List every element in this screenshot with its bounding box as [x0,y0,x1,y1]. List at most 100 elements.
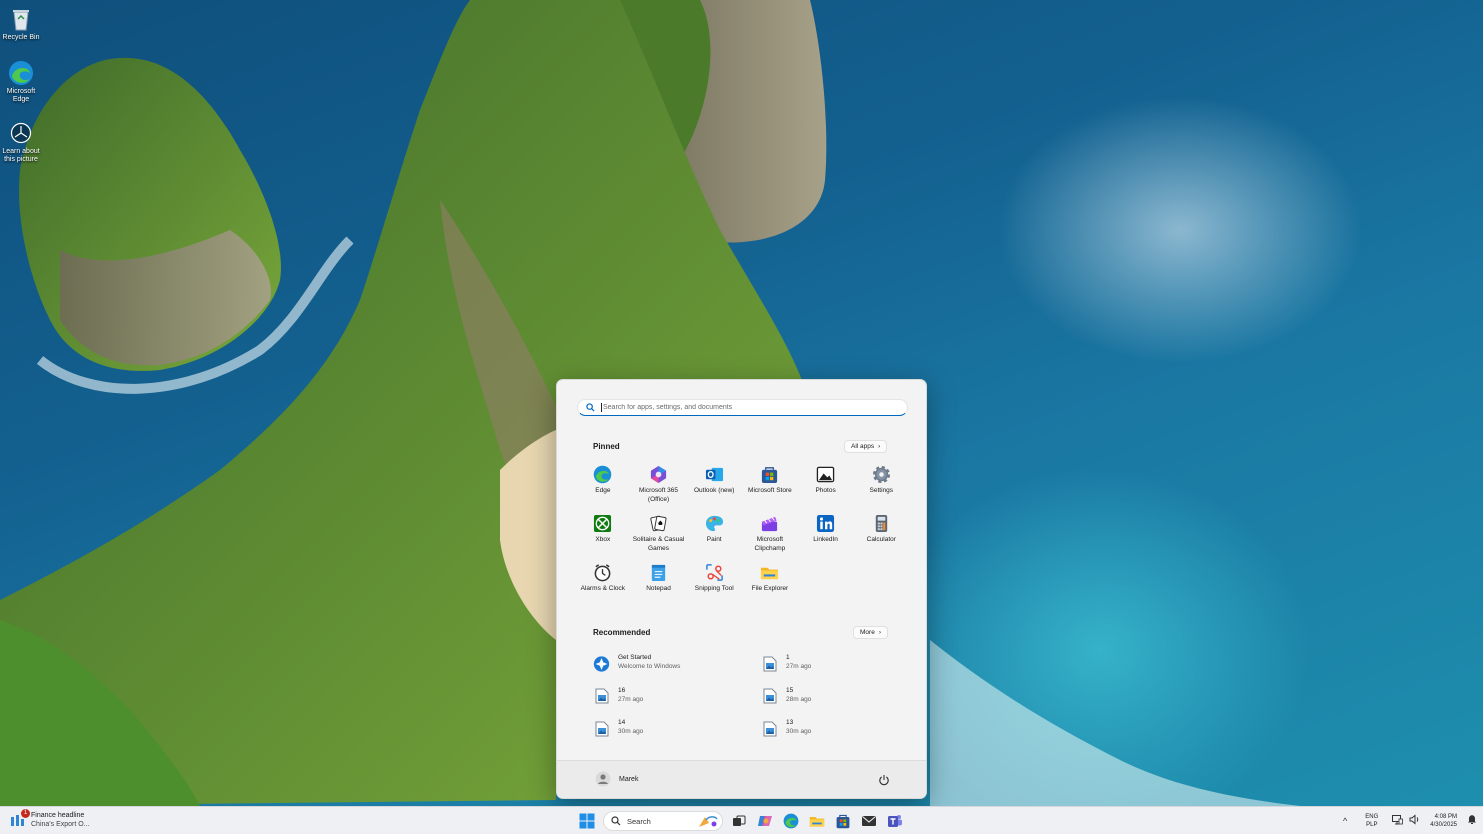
power-icon [879,775,889,786]
pinned-app-calculator[interactable]: Calculator [853,513,909,562]
chevron-up-icon[interactable]: ^ [1343,816,1347,826]
folder-icon [760,562,780,582]
power-button[interactable] [878,773,890,786]
pinned-app-edge[interactable]: Edge [575,464,631,513]
network-icon[interactable] [1392,812,1404,830]
taskbar-app-mail[interactable] [859,811,879,831]
start-footer: Marek [557,760,926,798]
clock-icon [593,562,613,582]
camera-icon [8,120,34,146]
pinned-app-paint[interactable]: Paint [686,513,742,562]
desktop-icon-recycle-bin[interactable]: Recycle Bin [0,6,42,42]
more-button[interactable]: More › [853,626,888,639]
taskbar-search[interactable]: Search [603,811,723,831]
all-apps-button[interactable]: All apps › [844,440,888,453]
task-view-button[interactable] [729,811,749,831]
recommended-item-file[interactable]: 15 28m ago [761,686,901,719]
desktop-icon-edge[interactable]: Microsoft Edge [0,60,42,104]
news-subtitle: China's Export O... [31,821,90,828]
keyboard-layout: PLP [1366,822,1378,828]
input-language-button[interactable]: ENG PLP [1365,813,1378,829]
edge-icon [8,60,34,86]
app-label: File Explorer [751,585,789,592]
news-title: Finance headline [31,812,85,819]
store-icon [836,814,850,829]
app-label: Outlook (new) [693,487,735,494]
taskbar-app-edge[interactable] [781,811,801,831]
recommended-title: Recommended [593,628,651,637]
clock-button[interactable]: 4:08 PM 4/30/2025 [1430,813,1457,829]
pinned-app-solitaire[interactable]: Solitaire & Casual Games [631,513,687,562]
search-highlight-icon [697,814,719,831]
desktop-icon-learn-picture[interactable]: Learn about this picture [0,120,42,164]
user-account-button[interactable]: Marek [595,771,638,789]
app-label: LinkedIn [813,536,838,543]
pinned-app-clipchamp[interactable]: Microsoft Clipchamp [742,513,798,562]
start-button[interactable] [577,811,597,831]
start-search-input[interactable] [603,404,893,411]
app-label: Notepad [646,585,671,592]
recommended-item-file[interactable]: 13 30m ago [761,718,901,751]
gear-icon [871,464,891,484]
linkedin-icon [816,513,836,533]
recommended-list: Get Started Welcome to Windows 1 27m ago 1… [593,653,903,751]
recycle-bin-icon [8,6,34,32]
image-file-icon [593,688,610,705]
notification-bell-icon[interactable] [1467,812,1477,830]
task-view-icon [733,815,746,826]
recommended-item-file[interactable]: 14 30m ago [593,718,761,751]
scissors-icon [704,562,724,582]
taskbar-app-teams[interactable] [885,811,905,831]
image-file-icon [761,688,778,705]
recommended-item-file[interactable]: 16 27m ago [593,686,761,719]
pinned-apps-grid: Edge Microsoft 365 (Office) Outlook (new… [575,464,911,611]
pinned-app-linkedin[interactable]: LinkedIn [798,513,854,562]
paint-icon [704,513,724,533]
app-label: Solitaire & Casual Games [632,536,685,552]
recommended-item-subtitle: 30m ago [618,728,644,735]
clock-time: 4:08 PM [1434,814,1457,820]
taskbar-app-copilot[interactable] [755,811,775,831]
recommended-item-subtitle: Welcome to Windows [618,663,681,670]
news-widget[interactable]: 1 Finance headline China's Export O... [10,809,90,829]
recommended-item-title: 15 [786,686,794,694]
system-tray: ^ ENG PLP 4:08 PM 4/30/2025 [1343,807,1483,834]
language-code: ENG [1365,814,1379,820]
avatar [595,771,611,789]
pinned-app-photos[interactable]: Photos [798,464,854,513]
calculator-icon [871,513,891,533]
recommended-item-title: 14 [618,719,626,726]
recommended-item-title: 16 [618,686,626,694]
pinned-app-store[interactable]: Microsoft Store [742,464,798,513]
image-file-icon [593,720,610,737]
recommended-item-title: Get Started [618,654,652,661]
pinned-app-m365[interactable]: Microsoft 365 (Office) [631,464,687,513]
start-search-box[interactable] [577,399,908,416]
pinned-app-file-explorer[interactable]: File Explorer [742,562,798,611]
pinned-app-xbox[interactable]: Xbox [575,513,631,562]
recommended-item-file[interactable]: 1 27m ago [761,653,901,686]
app-label: Photos [815,487,836,494]
volume-icon[interactable] [1409,812,1420,830]
get-started-icon [593,655,610,672]
app-label: Xbox [595,536,611,543]
folder-icon [809,817,825,827]
mail-icon [862,816,876,826]
pinned-app-outlook[interactable]: Outlook (new) [686,464,742,513]
taskbar-app-file-explorer[interactable] [807,811,827,831]
app-label: Edge [595,487,611,494]
pinned-app-alarms[interactable]: Alarms & Clock [575,562,631,611]
search-icon [586,399,595,417]
app-label: Settings [869,487,894,494]
teams-icon [888,815,902,827]
all-apps-label: All apps [851,443,875,450]
pinned-app-settings[interactable]: Settings [853,464,909,513]
outlook-icon [704,464,724,484]
recommended-item-get-started[interactable]: Get Started Welcome to Windows [593,653,761,686]
solitaire-icon [649,513,669,533]
taskbar-app-store[interactable] [833,811,853,831]
pinned-app-snipping-tool[interactable]: Snipping Tool [686,562,742,611]
clock-date: 4/30/2025 [1430,822,1457,828]
pinned-app-notepad[interactable]: Notepad [631,562,687,611]
search-icon [611,816,621,826]
